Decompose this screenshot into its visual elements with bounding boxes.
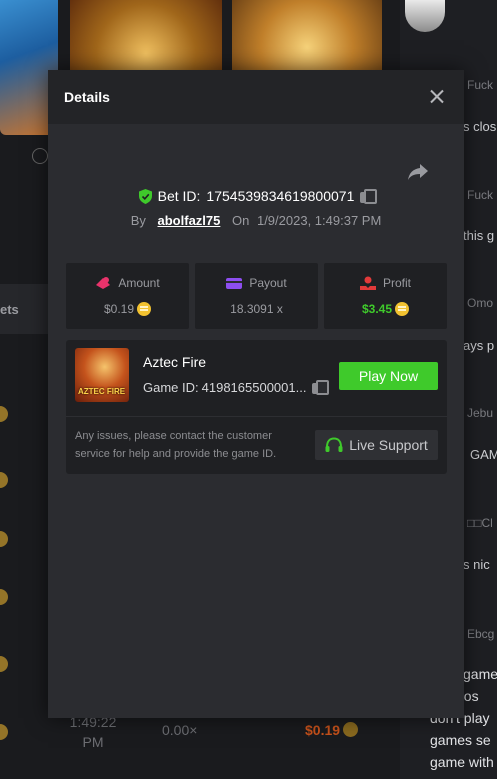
chat-message: this g <box>463 228 495 243</box>
bets-tab-label: ets <box>0 302 19 317</box>
wallet-icon <box>226 277 243 289</box>
chat-username[interactable]: Jebu <box>467 406 493 420</box>
bet-details-modal: Details Bet ID: 1754539834619800071 By a… <box>48 70 464 718</box>
chat-username[interactable]: Omo <box>467 296 493 310</box>
bet-id-label: Bet ID: <box>157 188 201 204</box>
chat-message: s nic <box>463 557 490 572</box>
game-name: Aztec Fire <box>143 354 207 370</box>
bet-id-row: Bet ID: 1754539834619800071 <box>48 188 464 204</box>
stat-payout-label: Payout <box>249 276 287 290</box>
support-notice: Any issues, please contact the customer … <box>75 430 277 460</box>
copy-icon[interactable] <box>312 380 330 395</box>
bet-id-value: 1754539834619800071 <box>206 188 355 204</box>
chat-message-line: games se <box>430 732 491 748</box>
chat-message-line: game with <box>430 754 494 770</box>
stat-payout: Payout 18.3091 x <box>195 263 318 329</box>
bet-timestamp: 1/9/2023, 1:49:37 PM <box>256 213 382 228</box>
chat-message: GAM <box>470 447 497 462</box>
close-icon[interactable] <box>428 88 446 106</box>
game-card: AZTEC FIRE Aztec Fire Game ID: 419816550… <box>66 340 447 474</box>
divider <box>66 416 447 417</box>
bet-row-multiplier: 0.00× <box>162 722 198 738</box>
chat-username[interactable]: □□Cl <box>467 516 493 530</box>
game-thumbnail-logo: AZTEC FIRE <box>78 387 126 396</box>
coin-icon <box>0 472 8 488</box>
coin-icon <box>137 302 152 316</box>
stat-profit-label: Profit <box>382 276 411 290</box>
chat-username[interactable]: Ebcg <box>467 627 494 641</box>
stat-amount-label: Amount <box>118 276 160 290</box>
coin-icon <box>0 724 8 740</box>
bet-stats: Amount $0.19 Payout 18.3091 x Profit $3.… <box>66 263 447 329</box>
game-id-value: 4198165500001... <box>201 380 307 395</box>
game-id-label: Game ID: <box>143 380 199 395</box>
coin-icon <box>0 406 8 422</box>
live-support-label: Live Support <box>349 437 428 453</box>
chat-username[interactable]: Fuck <box>467 188 493 202</box>
coin-icon <box>0 589 8 605</box>
stat-amount-value: $0.19 <box>103 302 135 316</box>
profit-icon <box>359 276 376 290</box>
headset-icon <box>325 437 343 452</box>
modal-title: Details <box>64 89 110 105</box>
bet-owner-row: By abolfazl75 On 1/9/2023, 1:49:37 PM <box>48 213 464 228</box>
game-id-row: Game ID: 4198165500001... <box>143 380 330 395</box>
chat-message-line: game <box>463 666 497 682</box>
chat-message: ays p <box>463 338 495 353</box>
bet-row-amount: $0.19 <box>305 722 341 738</box>
on-label: On <box>232 213 250 228</box>
chat-message: s clos <box>463 119 497 134</box>
modal-header: Details <box>48 70 464 124</box>
bets-tab[interactable]: ets <box>0 284 48 334</box>
coin-icon <box>0 531 8 547</box>
chat-username[interactable]: Fuck <box>467 78 493 92</box>
game-thumbnail[interactable]: AZTEC FIRE <box>75 348 129 402</box>
by-label: By <box>130 213 146 228</box>
stat-profit-value: $3.45 <box>361 302 393 316</box>
share-icon[interactable] <box>406 162 430 182</box>
stat-amount: Amount $0.19 <box>66 263 189 329</box>
stat-payout-value: 18.3091 x <box>230 302 283 316</box>
coin-icon <box>0 656 8 672</box>
coin-icon <box>343 722 358 737</box>
verified-shield-icon <box>138 188 152 204</box>
bet-row-time: 1:49:22 PM <box>69 714 117 750</box>
info-icon[interactable] <box>32 148 48 164</box>
live-support-button[interactable]: Live Support <box>315 430 438 460</box>
coin-icon <box>395 302 410 316</box>
amount-icon <box>96 277 111 289</box>
stat-profit: Profit $3.45 <box>324 263 447 329</box>
play-now-button[interactable]: Play Now <box>339 362 438 390</box>
copy-icon[interactable] <box>360 188 378 204</box>
username-link[interactable]: abolfazl75 <box>158 213 221 228</box>
